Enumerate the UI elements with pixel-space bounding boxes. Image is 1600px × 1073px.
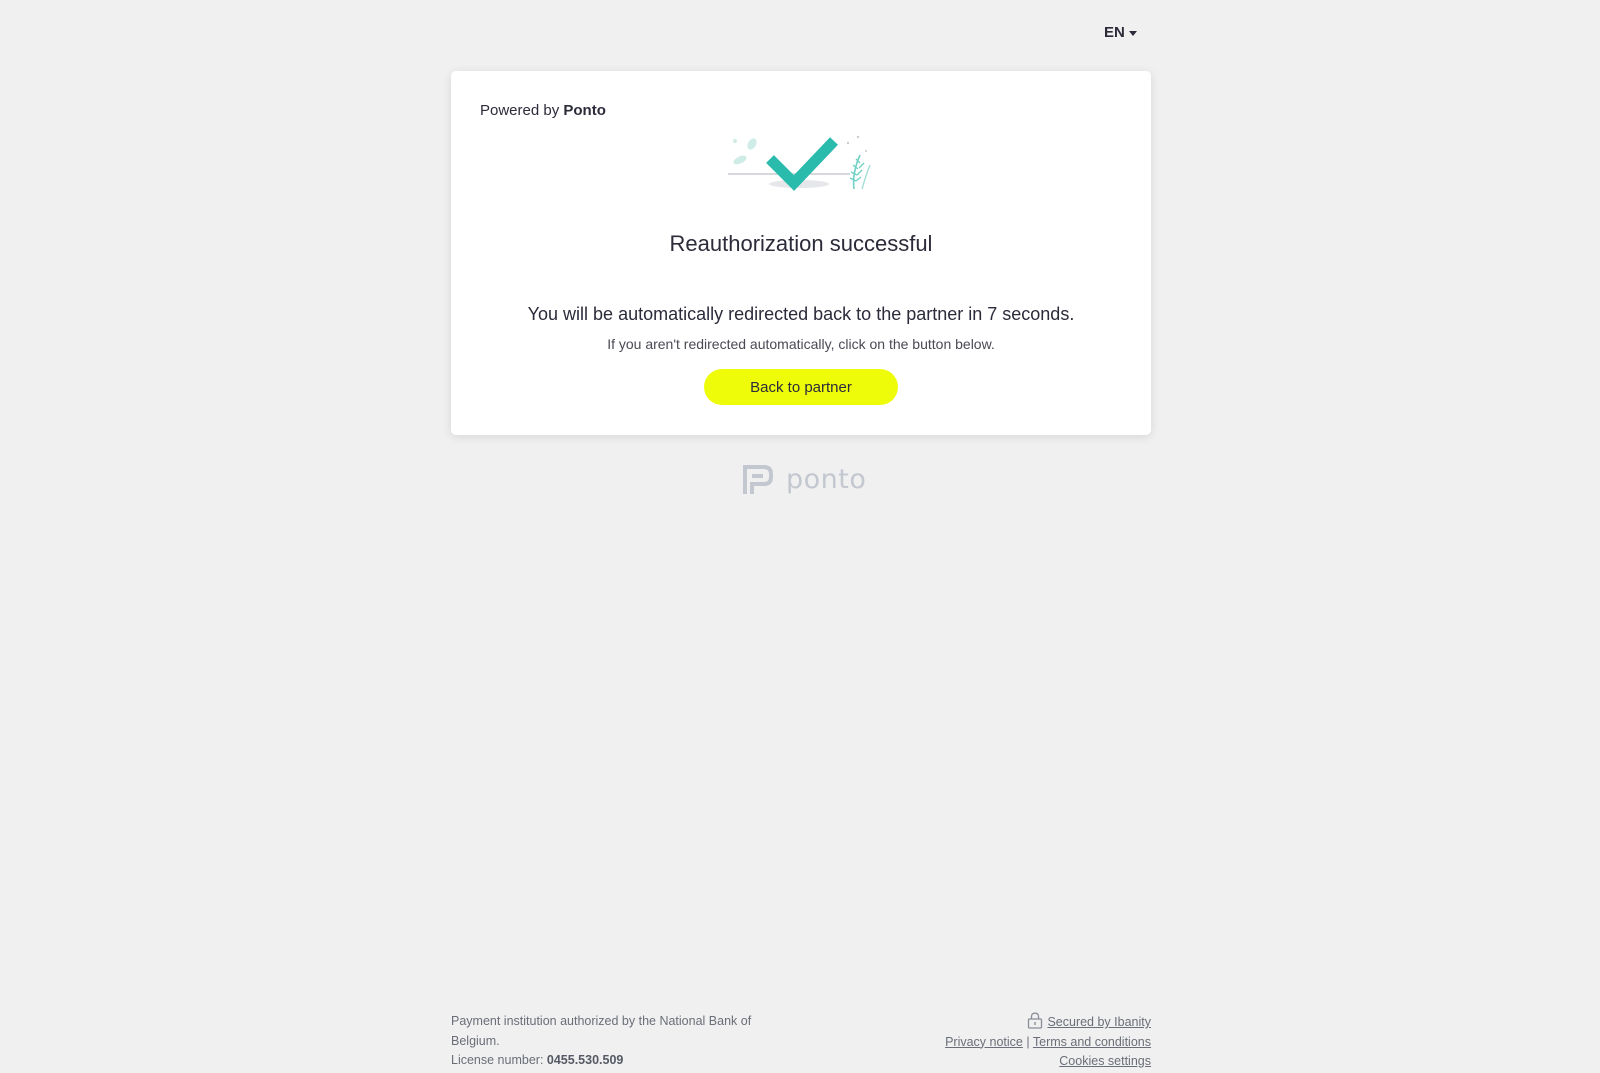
ponto-logo-text: ponto (786, 463, 867, 495)
policy-links: Privacy notice | Terms and conditions (851, 1033, 1151, 1053)
back-to-partner-button[interactable]: Back to partner (704, 369, 898, 405)
license-label: License number: (451, 1053, 544, 1067)
powered-by: Powered by Ponto (480, 102, 606, 119)
powered-by-prefix: Powered by (480, 102, 560, 119)
ponto-brand: ponto (742, 462, 866, 496)
footer-links: Secured by Ibanity Privacy notice | Term… (851, 1012, 1151, 1072)
page-title: Reauthorization successful (669, 231, 933, 256)
cookies-settings-link[interactable]: Cookies settings (1059, 1054, 1151, 1068)
redirect-message: You will be automatically redirected bac… (527, 304, 1075, 324)
caret-down-icon (1128, 30, 1137, 36)
secured-by-ibanity-link[interactable]: Secured by Ibanity (1047, 1015, 1151, 1029)
terms-link[interactable]: Terms and conditions (1033, 1035, 1151, 1049)
powered-by-brand: Ponto (563, 102, 606, 119)
privacy-notice-link[interactable]: Privacy notice (945, 1035, 1023, 1049)
checkmark-illustration-icon (728, 135, 871, 191)
license-number: 0455.530.509 (546, 1053, 624, 1067)
ponto-logo-icon (743, 465, 773, 494)
language-selector[interactable]: EN (1104, 24, 1137, 41)
authorization-text: Payment institution authorized by the Na… (451, 1014, 752, 1048)
result-card: Powered by Ponto Reauthorization success… (451, 71, 1151, 435)
redirect-hint: If you aren't redirected automatically, … (607, 336, 995, 352)
footer-legal: Payment institution authorized by the Na… (451, 1012, 781, 1071)
cookies-line: Cookies settings (851, 1052, 1151, 1072)
language-label: EN (1104, 24, 1125, 41)
lock-icon (1028, 1012, 1043, 1029)
page: EN Powered by Ponto Reauthorization succ… (0, 0, 1600, 1073)
license-line: License number: 0455.530.509 (451, 1051, 781, 1071)
secured-line: Secured by Ibanity (851, 1012, 1151, 1033)
link-separator: | (1026, 1034, 1030, 1049)
